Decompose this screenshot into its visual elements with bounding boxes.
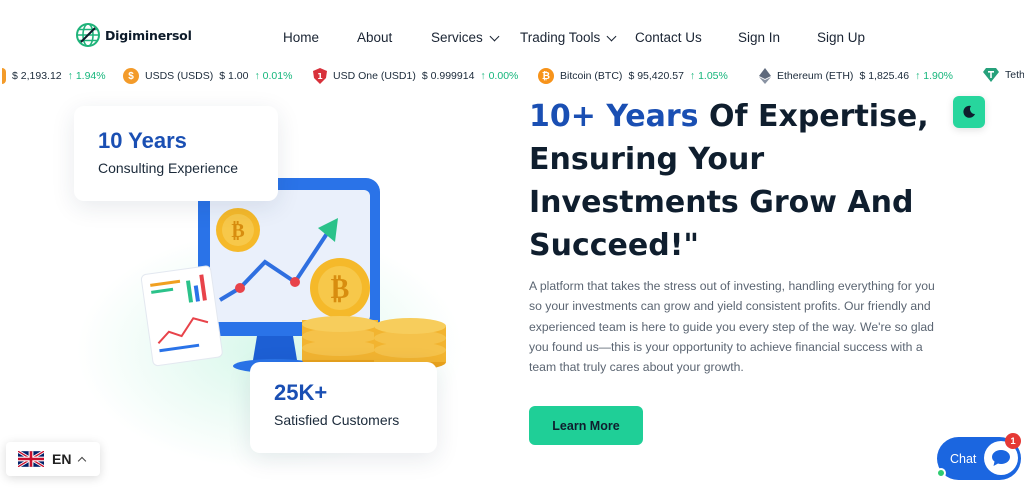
chevron-down-icon	[606, 31, 617, 41]
nav-about-label: About	[357, 30, 393, 45]
ticker-change: ↑ 1.05%	[689, 70, 728, 82]
chart-point	[290, 277, 300, 287]
ticker-change: ↑ 0.00%	[480, 70, 519, 82]
ticker-item: $ 2,193.12 ↑ 1.94%	[2, 68, 106, 84]
nav-trading-tools[interactable]: Trading Tools	[520, 30, 617, 45]
page: Digiminersol Home About Services Trading…	[0, 0, 1024, 491]
brand-name: Digiminersol	[105, 27, 192, 43]
hero-title: 10+ Years Of Expertise, Ensuring Your In…	[529, 95, 949, 267]
ticker-price: $ 95,420.57	[628, 70, 684, 82]
uk-flag-icon	[18, 451, 44, 467]
ticker-item: Teth	[983, 68, 1024, 82]
ticker-change-value: 1.90%	[923, 70, 954, 82]
usd1-shield-icon: 1	[313, 68, 327, 84]
stat-customers-value: 25K+	[274, 380, 328, 405]
usds-coin-icon: $	[123, 68, 139, 84]
coin-stack	[302, 316, 378, 368]
ticker-change: ↑ 0.01%	[254, 70, 293, 82]
hero-description: A platform that takes the stress out of …	[529, 279, 935, 375]
investment-illustration: ₿ ₿	[140, 178, 446, 373]
globe-logo-icon	[76, 23, 100, 47]
nav-sign-in-label: Sign In	[738, 30, 781, 45]
moon-icon	[963, 105, 975, 118]
ticker-change: ↑ 1.90%	[915, 70, 954, 82]
language-selector[interactable]: EN	[6, 442, 100, 476]
ticker-item: Ethereum (ETH) $ 1,825.46 ↑ 1.90%	[759, 68, 953, 84]
bitcoin-symbol: ₿	[231, 218, 244, 242]
nav-services-label: Services	[431, 30, 483, 45]
tether-icon	[983, 68, 999, 82]
stat-customers-label: Satisfied Customers	[274, 412, 400, 428]
ticker-change-value: 0.01%	[262, 70, 293, 82]
stat-years-label: Consulting Experience	[98, 160, 239, 176]
hero-title-highlight: 10+ Years	[529, 99, 699, 134]
language-code: EN	[52, 451, 72, 467]
top-navigation: Digiminersol Home About Services Trading…	[0, 0, 1024, 66]
chart-point	[235, 283, 245, 293]
nav-sign-in[interactable]: Sign In	[738, 30, 780, 45]
ticker-name: USD One (USD1)	[333, 70, 416, 82]
report-document	[140, 265, 223, 367]
nav-sign-up[interactable]: Sign Up	[817, 30, 865, 45]
online-status-dot	[936, 468, 946, 478]
stat-card-customers: 25K+ Satisfied Customers	[250, 362, 437, 453]
coin-icon	[2, 68, 6, 84]
ticker-item: 1 USD One (USD1) $ 0.999914 ↑ 0.00%	[313, 68, 518, 84]
stat-card-years: 10 Years Consulting Experience	[74, 106, 278, 201]
chat-label: Chat	[950, 451, 977, 466]
ticker-change: ↑ 1.94%	[67, 70, 106, 82]
ticker-name: Bitcoin (BTC)	[560, 70, 623, 82]
nav-contact[interactable]: Contact Us	[635, 30, 702, 45]
nav-sign-up-label: Sign Up	[817, 30, 866, 45]
nav-trading-tools-label: Trading Tools	[520, 30, 601, 45]
ethereum-icon	[759, 68, 771, 84]
ticker-change-value: 1.05%	[698, 70, 728, 82]
stat-years-value: 10 Years	[98, 128, 187, 153]
ticker-name: USDS (USDS)	[145, 70, 214, 82]
chevron-down-icon	[489, 31, 500, 41]
learn-more-button[interactable]: Learn More	[529, 406, 643, 445]
chat-unread-badge: 1	[1005, 433, 1021, 449]
dark-mode-toggle[interactable]	[953, 96, 985, 128]
ticker-price: $ 2,193.12	[12, 70, 62, 82]
nav-home[interactable]: Home	[283, 30, 319, 45]
ticker-price: $ 1.00	[219, 70, 249, 82]
chat-widget-button[interactable]: Chat 1	[936, 433, 1021, 480]
svg-text:1: 1	[317, 72, 323, 81]
ticker-price: $ 1,825.46	[859, 70, 910, 82]
ticker-name: Teth	[1005, 69, 1024, 81]
bitcoin-symbol: ₿	[331, 272, 350, 305]
crypto-price-ticker: $ 2,193.12 ↑ 1.94% $ USDS (USDS) $ 1.00 …	[0, 64, 1024, 86]
chevron-up-icon	[78, 456, 87, 465]
ticker-price: $ 0.999914	[421, 70, 475, 82]
ticker-change-value: 1.94%	[75, 70, 106, 82]
ticker-name: Ethereum (ETH)	[777, 70, 854, 82]
nav-services[interactable]: Services	[431, 30, 500, 45]
brand-logo[interactable]: Digiminersol	[75, 22, 192, 48]
nav-home-label: Home	[283, 30, 320, 45]
ticker-item: $ USDS (USDS) $ 1.00 ↑ 0.01%	[123, 68, 292, 84]
bitcoin-icon: ₿	[538, 68, 554, 84]
nav-contact-label: Contact Us	[635, 30, 702, 45]
ticker-item: ₿ Bitcoin (BTC) $ 95,420.57 ↑ 1.05%	[538, 68, 728, 84]
ticker-change-value: 0.00%	[488, 70, 519, 82]
nav-about[interactable]: About	[357, 30, 392, 45]
chat-icon	[992, 450, 1010, 466]
